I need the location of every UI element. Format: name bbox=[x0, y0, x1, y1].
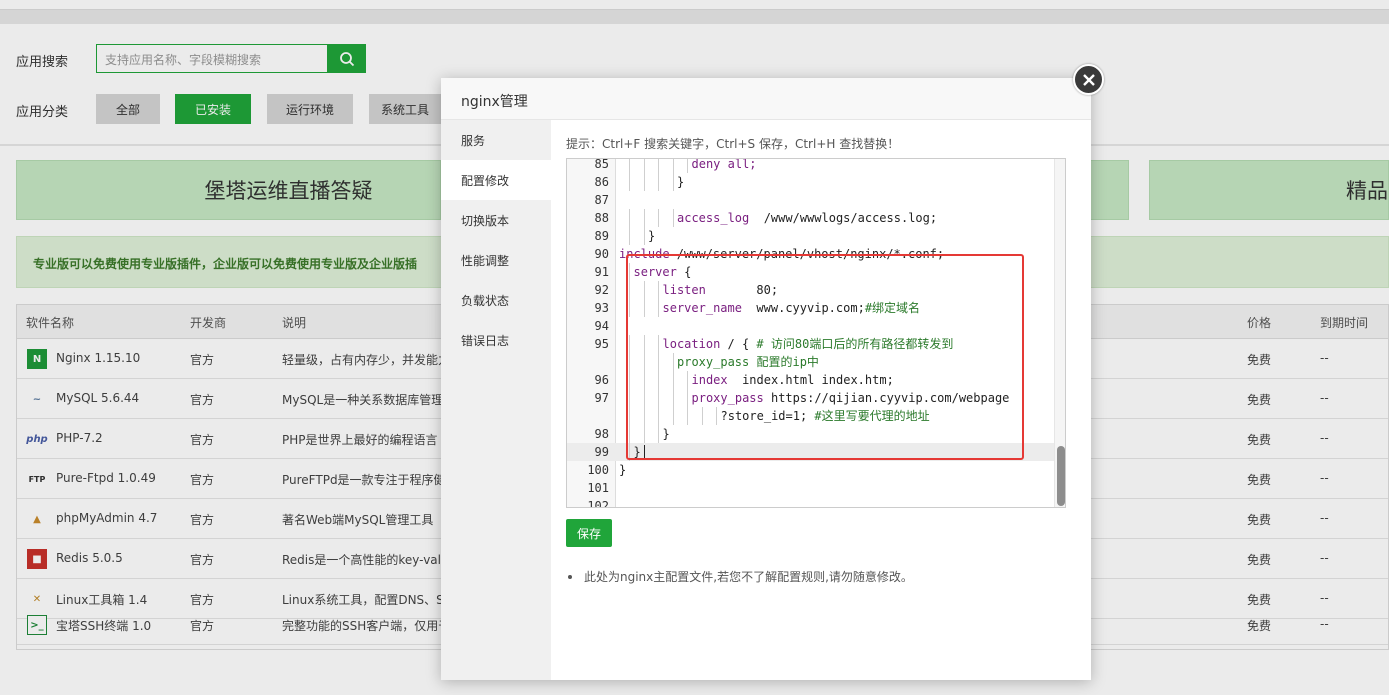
code-line[interactable]: 87 bbox=[567, 191, 1065, 209]
line-number: 98 bbox=[594, 427, 609, 441]
menu-item-config[interactable]: 配置修改 bbox=[441, 160, 551, 200]
line-number: 94 bbox=[594, 319, 609, 333]
line-number: 93 bbox=[594, 301, 609, 315]
close-icon bbox=[1082, 73, 1095, 86]
menu-item-load-status[interactable]: 负载状态 bbox=[441, 280, 551, 320]
line-number: 101 bbox=[587, 481, 609, 495]
indent-guide bbox=[643, 173, 645, 191]
indent-guide bbox=[643, 209, 645, 227]
code-text: deny all; bbox=[691, 158, 757, 171]
code-text: access_log /www/wwwlogs/access.log; bbox=[677, 211, 938, 225]
bullet-icon bbox=[568, 575, 572, 579]
code-line[interactable]: 89} bbox=[567, 227, 1065, 245]
indent-guide bbox=[643, 227, 645, 245]
code-line[interactable]: 86} bbox=[567, 173, 1065, 191]
indent-guide bbox=[672, 173, 674, 191]
menu-item-error-log[interactable]: 错误日志 bbox=[441, 320, 551, 360]
code-text: } bbox=[619, 463, 627, 477]
code-line[interactable]: 102 bbox=[567, 497, 1065, 508]
menu-item-service[interactable]: 服务 bbox=[441, 120, 551, 160]
line-number: 87 bbox=[594, 193, 609, 207]
modal-header: nginx管理 bbox=[441, 78, 1091, 120]
line-number: 99 bbox=[594, 445, 609, 459]
config-note-text: 此处为nginx主配置文件,若您不了解配置规则,请勿随意修改。 bbox=[584, 570, 913, 584]
indent-guide bbox=[658, 159, 659, 173]
editor-scroll-thumb[interactable] bbox=[1057, 446, 1065, 506]
indent-guide bbox=[629, 227, 630, 245]
indent-guide bbox=[629, 209, 630, 227]
code-line[interactable]: 88 access_log /www/wwwlogs/access.log; bbox=[567, 209, 1065, 227]
menu-item-switch-version[interactable]: 切换版本 bbox=[441, 200, 551, 240]
shortcut-tip: 提示：Ctrl+F 搜索关键字，Ctrl+S 保存，Ctrl+H 查找替换！ bbox=[566, 137, 900, 151]
line-number: 88 bbox=[594, 211, 609, 225]
line-number: 85 bbox=[594, 158, 609, 171]
line-number: 97 bbox=[594, 391, 609, 405]
line-number: 91 bbox=[594, 265, 609, 279]
line-number: 95 bbox=[594, 337, 609, 351]
indent-guide bbox=[643, 159, 645, 173]
line-number: 100 bbox=[587, 463, 609, 477]
line-number: 92 bbox=[594, 283, 609, 297]
modal-menu: 服务 配置修改 切换版本 性能调整 负载状态 错误日志 bbox=[441, 120, 551, 680]
code-text: } bbox=[677, 175, 685, 189]
indent-guide bbox=[629, 159, 630, 173]
modal-title: nginx管理 bbox=[461, 94, 528, 110]
indent-guide bbox=[658, 173, 659, 191]
line-number: 89 bbox=[594, 229, 609, 243]
indent-guide bbox=[672, 209, 674, 227]
config-note: 此处为nginx主配置文件,若您不了解配置规则,请勿随意修改。 bbox=[566, 568, 913, 585]
line-number: 102 bbox=[587, 499, 609, 508]
code-line[interactable]: 101 bbox=[567, 479, 1065, 497]
highlight-annotation-box bbox=[626, 254, 1024, 460]
close-modal-button[interactable] bbox=[1073, 64, 1104, 95]
indent-guide bbox=[687, 159, 688, 173]
indent-guide bbox=[672, 159, 674, 173]
nginx-modal: nginx管理 服务 配置修改 切换版本 性能调整 负载状态 错误日志 提示：C… bbox=[441, 78, 1091, 680]
code-text: } bbox=[648, 229, 656, 243]
line-number: 86 bbox=[594, 175, 609, 189]
code-line[interactable]: 100} bbox=[567, 461, 1065, 479]
save-button[interactable]: 保存 bbox=[566, 519, 612, 547]
menu-item-performance[interactable]: 性能调整 bbox=[441, 240, 551, 280]
indent-guide bbox=[658, 209, 659, 227]
indent-guide bbox=[629, 173, 630, 191]
code-line[interactable]: 85 deny all; bbox=[567, 158, 1065, 173]
line-number: 90 bbox=[594, 247, 609, 261]
config-editor[interactable]: 85 deny all; 86} 87 88 access_log /www/wwwlog… bbox=[566, 158, 1066, 508]
line-number: 96 bbox=[594, 373, 609, 387]
